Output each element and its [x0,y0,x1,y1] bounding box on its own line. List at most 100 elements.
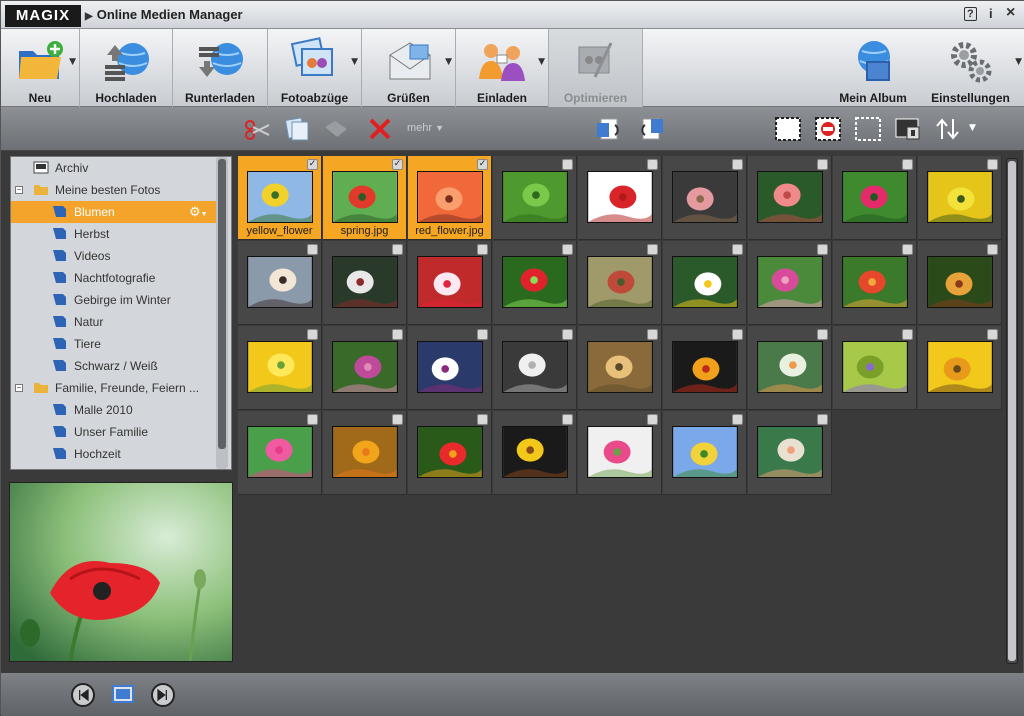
close-button[interactable]: × [1006,4,1015,22]
photo-tile[interactable] [748,326,832,410]
checkbox-checked-icon[interactable]: ✓ [477,159,488,170]
photo-tile[interactable]: ✓ yellow_flower [238,156,322,240]
photo-tile[interactable] [323,326,407,410]
checkbox-icon[interactable] [307,244,318,255]
photo-tile[interactable] [578,156,662,240]
einstellungen-button[interactable]: ▼ Einstellungen [916,29,1024,107]
checkbox-icon[interactable] [732,244,743,255]
photo-tile[interactable] [238,241,322,325]
collapse-icon[interactable]: − [15,186,23,194]
photo-tile[interactable] [493,241,577,325]
checkbox-icon[interactable] [647,414,658,425]
photo-tile[interactable] [408,241,492,325]
checkbox-icon[interactable] [902,159,913,170]
deselect-icon[interactable] [813,115,843,143]
photo-tile[interactable] [493,411,577,495]
fotoabzuege-dropdown-icon[interactable]: ▼ [351,57,358,67]
photo-tile[interactable] [578,411,662,495]
photo-tile[interactable] [578,241,662,325]
photo-tile[interactable] [748,156,832,240]
tree-item-videos[interactable]: Videos [11,245,217,267]
tree-scrollbar[interactable] [215,157,229,469]
photo-tile[interactable] [918,241,1002,325]
photo-tile[interactable] [918,156,1002,240]
neu-button[interactable]: ▼ Neu [1,29,80,107]
tree-item-natur[interactable]: Natur [11,311,217,333]
previous-icon[interactable] [71,683,95,707]
gruessen-button[interactable]: ▼ Grüßen [362,29,456,107]
photo-tile[interactable] [663,241,747,325]
sort-dropdown-icon[interactable]: ▼ [969,123,976,133]
next-icon[interactable] [151,683,175,707]
einladen-button[interactable]: ▼ Einladen [456,29,549,107]
photo-tile[interactable] [748,241,832,325]
photo-tile[interactable] [833,156,917,240]
checkbox-icon[interactable] [817,159,828,170]
runterladen-button[interactable]: Runterladen [173,29,268,107]
grid-scrollbar-thumb[interactable] [1008,161,1016,661]
checkbox-icon[interactable] [987,329,998,340]
checkbox-icon[interactable] [562,159,573,170]
checkbox-icon[interactable] [817,329,828,340]
checkbox-icon[interactable] [902,244,913,255]
hochladen-button[interactable]: Hochladen [80,29,173,107]
fotoabzuege-button[interactable]: ▼ Fotoabzüge [268,29,362,107]
checkbox-icon[interactable] [307,414,318,425]
photo-tile[interactable]: ✓ red_flower.jpg [408,156,492,240]
sort-icon[interactable] [933,115,963,143]
neu-dropdown-icon[interactable]: ▼ [69,57,76,67]
checkbox-icon[interactable] [477,414,488,425]
cut-scissors-icon[interactable] [243,115,273,143]
checkbox-checked-icon[interactable]: ✓ [392,159,403,170]
photo-tile[interactable] [493,156,577,240]
checkbox-icon[interactable] [647,329,658,340]
checkbox-icon[interactable] [647,244,658,255]
checkbox-icon[interactable] [477,244,488,255]
fullscreen-icon[interactable] [111,682,135,706]
photo-tile[interactable] [323,241,407,325]
tree-item-blumen[interactable]: Blumen ⚙▼ [11,201,217,223]
checkbox-icon[interactable] [647,159,658,170]
photo-tile[interactable] [578,326,662,410]
photo-tile[interactable] [663,326,747,410]
photo-tile[interactable] [663,156,747,240]
delete-icon[interactable] [365,115,395,143]
tree-item-familie[interactable]: − Familie, Freunde, Feiern ... [11,377,217,399]
checkbox-icon[interactable] [817,244,828,255]
photo-tile[interactable] [238,411,322,495]
checkbox-checked-icon[interactable]: ✓ [307,159,318,170]
photo-tile[interactable] [493,326,577,410]
gruessen-dropdown-icon[interactable]: ▼ [445,57,452,67]
checkbox-icon[interactable] [307,329,318,340]
select-all-icon[interactable] [773,115,803,143]
checkbox-icon[interactable] [477,329,488,340]
photo-tile[interactable] [833,241,917,325]
einladen-dropdown-icon[interactable]: ▼ [538,57,545,67]
paste-icon[interactable] [321,115,351,143]
collapse-icon[interactable]: − [15,384,23,392]
photo-tile[interactable] [408,326,492,410]
photo-tile[interactable]: ✓ spring.jpg [323,156,407,240]
checkbox-icon[interactable] [562,414,573,425]
mein-album-button[interactable]: Mein Album [830,29,916,107]
tree-item-herbst[interactable]: Herbst [11,223,217,245]
tree-item-nachtfotografie[interactable]: Nachtfotografie [11,267,217,289]
photo-tile[interactable] [323,411,407,495]
checkbox-icon[interactable] [732,329,743,340]
rotate-left-icon[interactable] [595,115,625,143]
copy-icon[interactable] [283,115,313,143]
checkbox-icon[interactable] [732,159,743,170]
help-button[interactable]: ? [964,7,977,21]
info-button[interactable]: i [989,6,993,21]
photo-tile[interactable] [408,411,492,495]
photo-tile[interactable] [833,326,917,410]
checkbox-icon[interactable] [562,329,573,340]
checkbox-icon[interactable] [392,414,403,425]
invert-selection-icon[interactable] [853,115,883,143]
checkbox-icon[interactable] [987,159,998,170]
optimieren-button[interactable]: Optimieren [549,29,643,107]
photo-tile[interactable] [918,326,1002,410]
tree-item-hochzeit[interactable]: Hochzeit [11,443,217,465]
rotate-right-icon[interactable] [635,115,665,143]
einstellungen-dropdown-icon[interactable]: ▼ [1015,57,1022,67]
